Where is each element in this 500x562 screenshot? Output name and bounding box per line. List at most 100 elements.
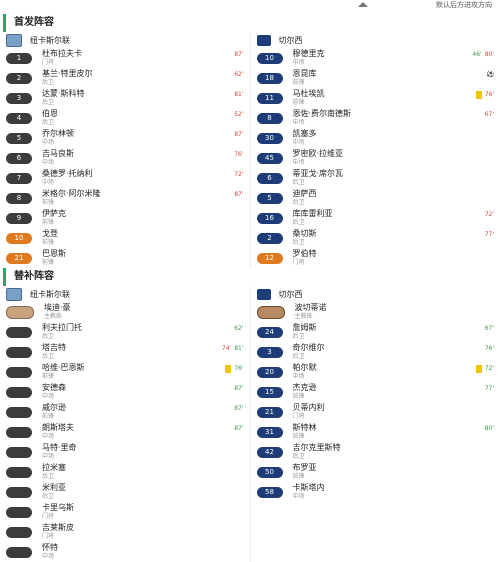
jersey-number-badge: 5 [6, 133, 32, 144]
player-row[interactable]: 7桑德罗·托纳利中场72' [0, 168, 250, 188]
player-name[interactable]: 戈登 [42, 229, 58, 239]
player-name[interactable]: 凯塞多 [293, 129, 317, 139]
player-name[interactable]: 吉尔克里斯特 [293, 443, 341, 453]
player-name[interactable]: 罗密欧·拉维亚 [293, 149, 344, 159]
player-row[interactable]: 12罗伯特门将 [251, 248, 500, 268]
player-name[interactable]: 马杜埃凯 [293, 89, 325, 99]
player-name[interactable]: 吉莱斯皮 [42, 523, 74, 533]
player-name[interactable]: 库库雷利亚 [293, 209, 333, 219]
player-name[interactable]: 哈维·巴恩斯 [42, 363, 85, 373]
player-name[interactable]: 安德森 [42, 383, 66, 393]
player-name[interactable]: 布罗亚 [293, 463, 317, 473]
player-row[interactable]: 50布罗亚前锋 [251, 462, 500, 482]
player-row[interactable]: 30凯塞多中场 [251, 128, 500, 148]
player-row[interactable]: 1杜布拉夫卡门将87' [0, 48, 250, 68]
player-row[interactable]: 朗斯塔夫中场87' [0, 422, 250, 442]
away-starting-column: 切尔西 10穆德里克中场46'80'18恩昆库前锋⚽11马杜埃凯前锋76'8恩佐… [251, 32, 500, 268]
player-row[interactable]: 埃迪·豪主教练 [0, 302, 250, 322]
player-row[interactable]: 24詹姆斯后卫67' [251, 322, 500, 342]
player-row[interactable]: 31斯特林前锋80' [251, 422, 500, 442]
player-name[interactable]: 达蒙·斯科特 [42, 89, 85, 99]
player-row[interactable]: 波切蒂诺主教练 [251, 302, 500, 322]
player-row[interactable]: 卡里乌斯门将 [0, 502, 250, 522]
player-row[interactable]: 58卡斯塔内中场 [251, 482, 500, 502]
player-name[interactable]: 米利亚 [42, 483, 66, 493]
player-row[interactable]: 21贝蒂内利门将 [251, 402, 500, 422]
player-name[interactable]: 恩佐·费尔南德斯 [293, 109, 352, 119]
player-name[interactable]: 罗伯特 [293, 249, 317, 259]
player-name[interactable]: 贝蒂内利 [293, 403, 325, 413]
player-row[interactable]: 20帕尔默中场72' [251, 362, 500, 382]
player-name[interactable]: 桑切斯 [293, 229, 317, 239]
player-row[interactable]: 米利亚后卫 [0, 482, 250, 502]
player-name[interactable]: 利夫拉门托 [42, 323, 82, 333]
player-name[interactable]: 斯特林 [293, 423, 317, 433]
player-row[interactable]: 18恩昆库前锋⚽ [251, 68, 500, 88]
player-row[interactable]: 6蒂亚戈·席尔瓦后卫 [251, 168, 500, 188]
player-name[interactable]: 埃迪·豪 [44, 303, 71, 313]
player-name[interactable]: 怀特 [42, 543, 58, 553]
player-info: 桑德罗·托纳利中场 [42, 169, 93, 187]
player-name[interactable]: 杜布拉夫卡 [42, 49, 82, 59]
player-row[interactable]: 16库库雷利亚后卫72' [251, 208, 500, 228]
player-name[interactable]: 帕尔默 [293, 363, 317, 373]
player-row[interactable]: 安德森中场87' [0, 382, 250, 402]
player-row[interactable]: 3达蒙·斯科特后卫81' [0, 88, 250, 108]
player-row[interactable]: 怀特中场 [0, 542, 250, 562]
player-name[interactable]: 迪萨西 [293, 189, 317, 199]
player-row[interactable]: 10穆德里克中场46'80' [251, 48, 500, 68]
player-row[interactable]: 11马杜埃凯前锋76' [251, 88, 500, 108]
player-row[interactable]: 2桑切斯后卫77' [251, 228, 500, 248]
player-name[interactable]: 穆德里克 [293, 49, 325, 59]
player-row[interactable]: 吉莱斯皮门将 [0, 522, 250, 542]
player-row[interactable]: 拉米塞后卫 [0, 462, 250, 482]
player-name[interactable]: 波切蒂诺 [295, 303, 327, 313]
player-position: 门将 [42, 533, 74, 541]
player-row[interactable]: 15杰克逊前锋77' [251, 382, 500, 402]
player-name[interactable]: 基兰·特里皮尔 [42, 69, 93, 79]
player-row[interactable]: 马特·里奇中场 [0, 442, 250, 462]
player-name[interactable]: 吉马良斯 [42, 149, 74, 159]
player-name[interactable]: 威尔逊 [42, 403, 66, 413]
player-row[interactable]: 5迪萨西后卫 [251, 188, 500, 208]
player-name[interactable]: 塔吉特 [42, 343, 66, 353]
player-row[interactable]: 6吉马良斯中场76' [0, 148, 250, 168]
player-name[interactable]: 奇尔维尔 [293, 343, 325, 353]
sub-in-time: 46' [472, 51, 481, 58]
attack-direction-link[interactable]: 默认后方进攻方向 [436, 0, 492, 10]
match-events: 87' [234, 425, 243, 432]
player-row[interactable]: 利夫拉门托后卫62' [0, 322, 250, 342]
player-row[interactable]: 42吉尔克里斯特后卫 [251, 442, 500, 462]
player-row[interactable]: 10戈登前锋 [0, 228, 250, 248]
player-row[interactable]: 45罗密欧·拉维亚中场 [251, 148, 500, 168]
player-name[interactable]: 乔尔林顿 [42, 129, 74, 139]
player-row[interactable]: 3奇尔维尔后卫76' [251, 342, 500, 362]
jersey-number-badge: 21 [6, 253, 32, 264]
player-name[interactable]: 朗斯塔夫 [42, 423, 74, 433]
player-name[interactable]: 米格尔·阿尔米隆 [42, 189, 101, 199]
player-name[interactable]: 卡里乌斯 [42, 503, 74, 513]
player-name[interactable]: 拉米塞 [42, 463, 66, 473]
player-row[interactable]: 2基兰·特里皮尔后卫62' [0, 68, 250, 88]
player-name[interactable]: 巴恩斯 [42, 249, 66, 259]
player-row[interactable]: 4伯恩后卫52' [0, 108, 250, 128]
player-name[interactable]: 詹姆斯 [293, 323, 317, 333]
player-row[interactable]: 5乔尔林顿中场87' [0, 128, 250, 148]
player-name[interactable]: 恩昆库 [293, 69, 317, 79]
player-row[interactable]: 哈维·巴恩斯前锋76' [0, 362, 250, 382]
player-name[interactable]: 伊萨克 [42, 209, 66, 219]
player-row[interactable]: 9伊萨克前锋 [0, 208, 250, 228]
player-info: 塔吉特后卫 [42, 343, 66, 361]
player-name[interactable]: 桑德罗·托纳利 [42, 169, 93, 179]
player-name[interactable]: 伯恩 [42, 109, 58, 119]
player-row[interactable]: 8恩佐·费尔南德斯中场67' [251, 108, 500, 128]
jersey-number-badge: 8 [257, 113, 283, 124]
player-row[interactable]: 塔吉特后卫74'81' [0, 342, 250, 362]
player-name[interactable]: 蒂亚戈·席尔瓦 [293, 169, 344, 179]
player-name[interactable]: 杰克逊 [293, 383, 317, 393]
player-name[interactable]: 马特·里奇 [42, 443, 77, 453]
player-name[interactable]: 卡斯塔内 [293, 483, 325, 493]
player-row[interactable]: 21巴恩斯前锋 [0, 248, 250, 268]
player-row[interactable]: 8米格尔·阿尔米隆前锋87' [0, 188, 250, 208]
player-row[interactable]: 威尔逊前锋87' [0, 402, 250, 422]
